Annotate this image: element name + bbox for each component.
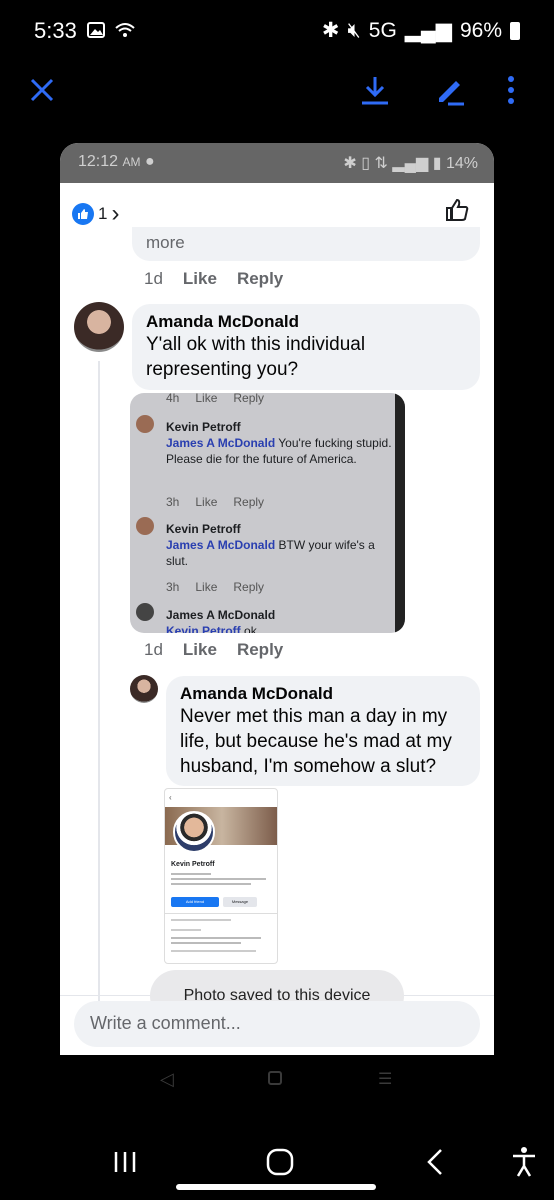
back-button[interactable] — [424, 1148, 446, 1176]
accessibility-icon — [513, 1147, 535, 1177]
battery-label: 96% — [459, 18, 502, 42]
comment-age: 1d — [144, 269, 163, 288]
reply-attached-image[interactable]: ‹ Kevin Petroff Add friend Message — [164, 788, 278, 964]
reaction-count[interactable]: 1 › — [72, 200, 119, 228]
back-icon: ‹ — [169, 793, 172, 802]
comment-text: Never met this man a day in my life, but… — [180, 706, 452, 777]
reply-link[interactable]: Reply — [237, 640, 283, 660]
photo-clock: 12:12 — [78, 153, 119, 170]
chevron-right-icon: › — [111, 200, 120, 227]
avatar — [173, 811, 215, 853]
edit-button[interactable] — [430, 70, 470, 110]
back-icon — [427, 1149, 442, 1175]
add-friend-button: Add friend — [171, 897, 219, 907]
comment-input[interactable]: Write a comment... — [74, 1001, 480, 1047]
thumbs-up-icon[interactable] — [444, 197, 470, 223]
close-icon — [30, 78, 54, 102]
avatar — [136, 517, 154, 535]
like-link[interactable]: Like — [183, 640, 217, 660]
like-reaction-icon — [72, 203, 94, 225]
attached-top-meta: 4h Like Reply — [166, 393, 265, 405]
comment-actions: 1d Like Reply — [144, 640, 283, 660]
profile-name: Kevin Petroff — [171, 861, 215, 868]
avatar — [136, 415, 154, 433]
comment-bubble: Amanda McDonald Y'all ok with this indiv… — [132, 304, 480, 390]
photo-ampm: AM — [122, 155, 141, 169]
wifi-icon — [115, 23, 135, 37]
reaction-number: 1 — [98, 204, 108, 223]
pen-icon — [439, 81, 464, 106]
previous-comment-actions: 1d Like Reply — [144, 269, 283, 289]
photo-content[interactable]: 12:12 AM ● ✱ ▯ ⇅ ▂▄▆ ▮ 14% 1 › more 1d L… — [60, 143, 494, 1055]
bluetooth-icon: ✱ — [321, 19, 340, 42]
comment-text: Y'all ok with this individual representi… — [146, 334, 366, 380]
status-bar: 5:33 ✱ 🔇︎ 5G ▂▄▆ 96% — [0, 0, 554, 60]
commenter-name[interactable]: Amanda McDonald — [146, 312, 466, 332]
reply-link[interactable]: Reply — [237, 269, 283, 289]
clock: 5:33 — [34, 18, 77, 43]
avatar[interactable] — [130, 675, 158, 703]
home-button[interactable] — [266, 1148, 294, 1176]
signal-icon: ▂▄▆ — [404, 19, 452, 42]
battery-icon — [510, 21, 520, 40]
viewer-toolbar — [0, 62, 554, 118]
attached-comment-3: James A McDonald Kevin Petroff ok — [166, 608, 276, 633]
download-icon — [362, 77, 388, 105]
recents-button[interactable] — [112, 1150, 138, 1174]
recents-icon — [114, 1152, 136, 1172]
reply-bubble: Amanda McDonald Never met this man a day… — [166, 676, 480, 786]
commenter-name[interactable]: Amanda McDonald — [180, 684, 466, 704]
recents-icon: ☰ — [378, 1071, 393, 1088]
avatar — [136, 603, 154, 621]
back-icon: ◁ — [160, 1069, 174, 1089]
previous-comment: more — [132, 227, 480, 261]
close-button[interactable] — [22, 70, 62, 110]
attached-comment-1: Kevin Petroff James A McDonald You're fu… — [166, 420, 392, 466]
gallery-icon — [87, 22, 105, 38]
comment-age: 1d — [144, 640, 163, 659]
more-options-button[interactable] — [491, 70, 531, 110]
comment-attached-image[interactable]: 4h Like Reply Kevin Petroff James A McDo… — [130, 393, 405, 633]
photo-nav-bar: ◁ ☰ — [60, 1055, 494, 1105]
avatar[interactable] — [74, 302, 124, 352]
see-more-link[interactable]: more — [146, 233, 185, 253]
home-icon — [268, 1071, 282, 1085]
mute-icon: 🔇︎ — [347, 18, 361, 42]
photo-status-icons: ✱ ▯ ⇅ ▂▄▆ ▮ — [343, 155, 446, 172]
network-label: 5G — [368, 18, 397, 42]
thread-line — [98, 361, 100, 1001]
accessibility-button[interactable] — [510, 1146, 538, 1178]
gesture-handle[interactable] — [176, 1184, 376, 1190]
photo-battery: 14% — [445, 155, 478, 172]
photo-status-bar: 12:12 AM ● ✱ ▯ ⇅ ▂▄▆ ▮ 14% — [60, 143, 494, 183]
attached-comment-2: Kevin Petroff James A McDonald BTW your … — [166, 522, 375, 568]
download-button[interactable] — [355, 70, 395, 110]
like-link[interactable]: Like — [183, 269, 217, 289]
more-vertical-icon — [508, 76, 514, 104]
home-icon — [266, 1148, 294, 1176]
message-button: Message — [223, 897, 257, 907]
